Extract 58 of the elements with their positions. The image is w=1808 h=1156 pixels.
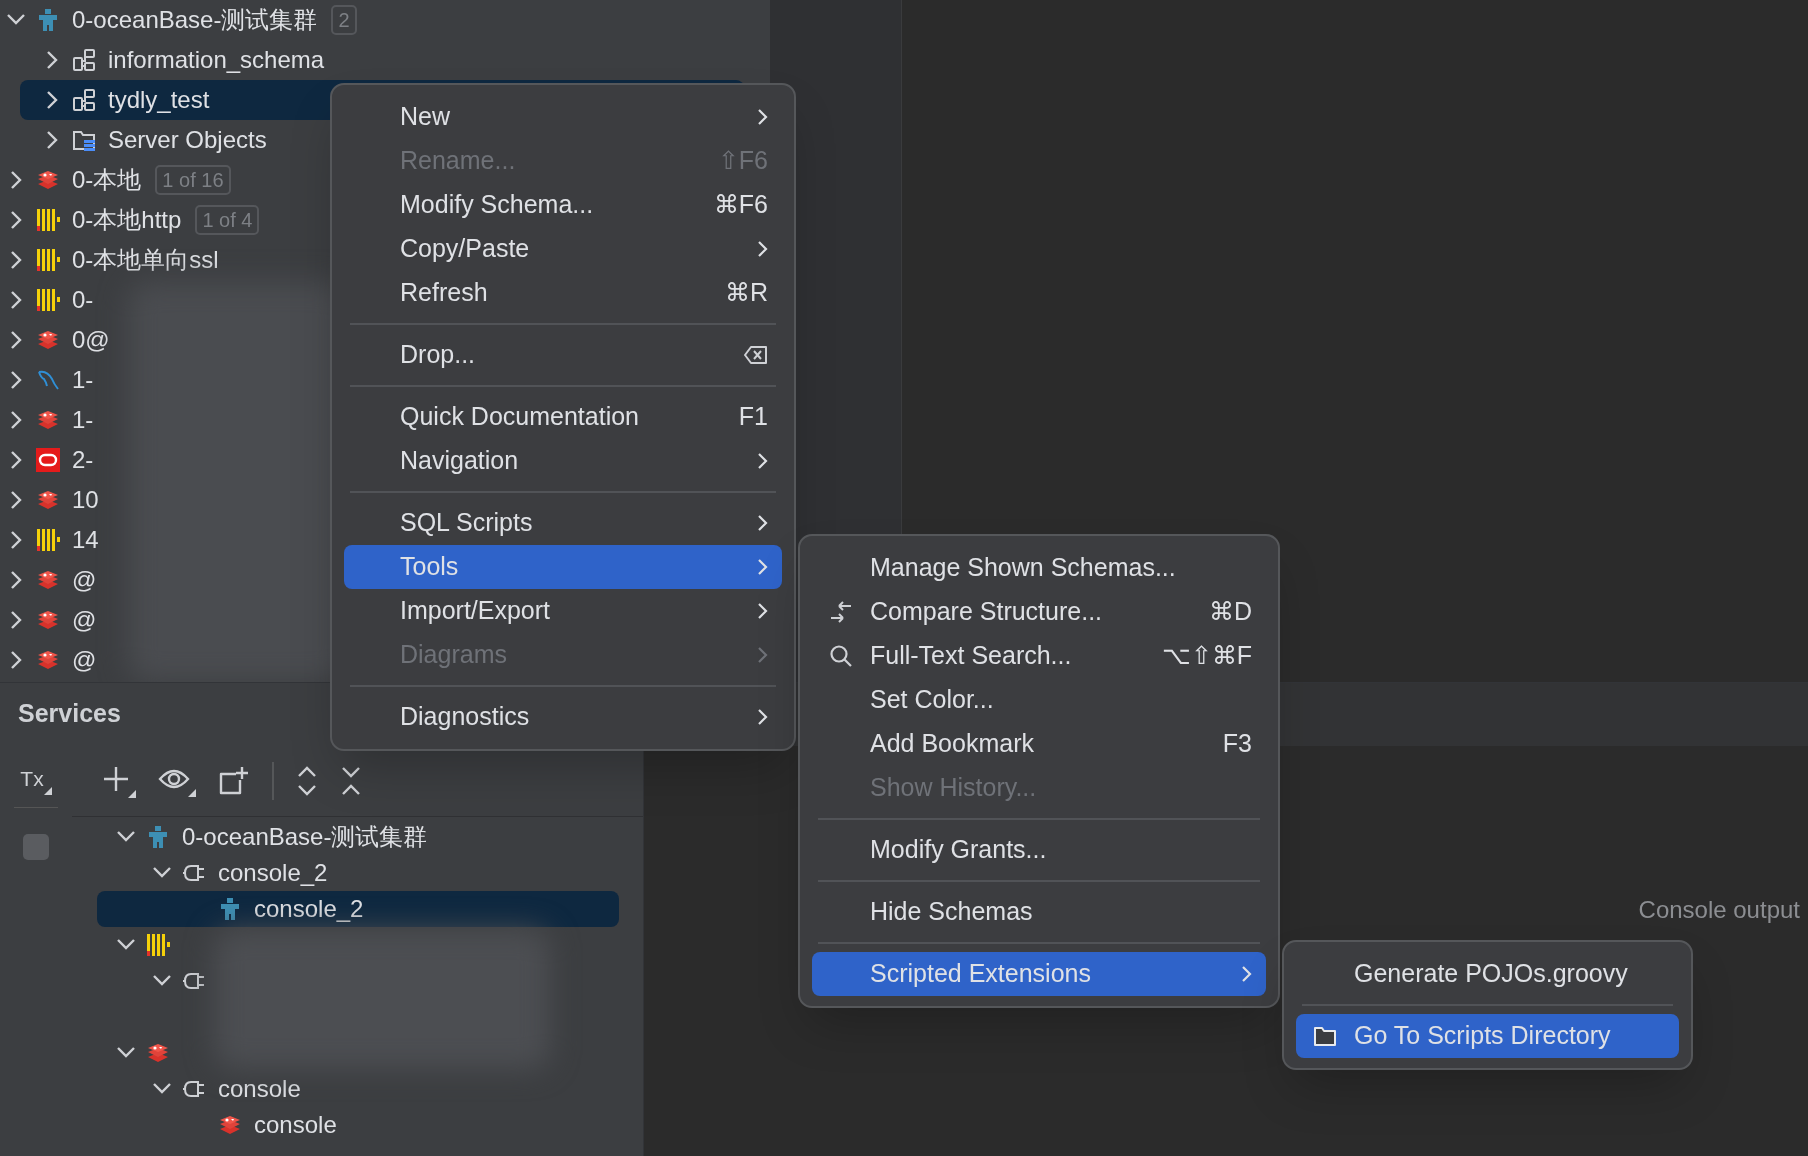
count-badge: 1 of 4	[195, 205, 260, 235]
tree-label: 0-本地单向ssl	[72, 245, 219, 275]
tree-label: @	[72, 565, 97, 595]
menu-label: Tools	[400, 551, 460, 583]
menu-label: New	[400, 101, 451, 133]
tree-label: 1-	[72, 405, 94, 435]
tree-label: 0@	[72, 325, 110, 355]
menu-label: Refresh	[400, 277, 489, 309]
menu-label: Drop...	[400, 339, 477, 371]
menu-label: Quick Documentation	[400, 401, 640, 433]
menu-label: Go To Scripts Directory	[1354, 1020, 1612, 1052]
tree-label: 0-oceanBase-测试集群	[182, 822, 428, 852]
menu-label: Modify Grants...	[870, 834, 1048, 866]
menu-label: Compare Structure...	[870, 596, 1104, 628]
count-badge: 1 of 16	[155, 165, 231, 195]
shortcut-label: ⌘R	[724, 277, 768, 309]
console-empty-text: Console output	[1638, 895, 1800, 925]
tree-label: Server Objects	[108, 125, 267, 155]
shortcut-label: ⌥⇧⌘F	[1161, 640, 1252, 672]
menu-label: Add Bookmark	[870, 728, 1035, 760]
tree-label: tydly_test	[108, 85, 210, 115]
menu-label: Copy/Paste	[400, 233, 531, 265]
menu-label: Diagrams	[400, 639, 508, 671]
count-badge: 2	[331, 5, 357, 35]
tree-label: information_schema	[108, 45, 325, 75]
tree-label: 0-本地http	[72, 205, 182, 235]
tree-label: @	[72, 645, 97, 675]
menu-label: Diagnostics	[400, 701, 531, 733]
shortcut-label: ⌘D	[1208, 596, 1252, 628]
shortcut-label: ⇧F6	[717, 145, 768, 177]
menu-label: SQL Scripts	[400, 507, 534, 539]
tree-label: 0-	[72, 285, 94, 315]
tree-label: console_2	[218, 858, 328, 888]
tree-label: console	[218, 1074, 301, 1104]
tree-label: @	[72, 605, 97, 635]
menu-label: Navigation	[400, 445, 520, 477]
menu-label: Set Color...	[870, 684, 995, 716]
menu-label: Hide Schemas	[870, 896, 1034, 928]
menu-label: Import/Export	[400, 595, 552, 627]
tree-label: 10	[72, 485, 99, 515]
menu-label: Full-Text Search...	[870, 640, 1073, 672]
shortcut-label: F1	[738, 401, 768, 433]
tree-label: console_2	[254, 894, 364, 924]
menu-label: Generate POJOs.groovy	[1354, 958, 1629, 990]
tree-label: 2-	[72, 445, 94, 475]
tree-label: 1-	[72, 365, 94, 395]
tree-label: 0-本地	[72, 165, 142, 195]
menu-label: Rename...	[400, 145, 517, 177]
tree-label: 14	[72, 525, 99, 555]
shortcut-label: ⌘F6	[713, 189, 768, 221]
shortcut-label: F3	[1222, 728, 1252, 760]
menu-label: Show History...	[870, 772, 1038, 804]
menu-label: Modify Schema...	[400, 189, 595, 221]
tree-label: 0-oceanBase-测试集群	[72, 5, 318, 35]
tree-label: console	[254, 1110, 337, 1140]
menu-label: Manage Shown Schemas...	[870, 552, 1177, 584]
panel-title: Services	[18, 698, 121, 730]
menu-label: Scripted Extensions	[870, 958, 1092, 990]
